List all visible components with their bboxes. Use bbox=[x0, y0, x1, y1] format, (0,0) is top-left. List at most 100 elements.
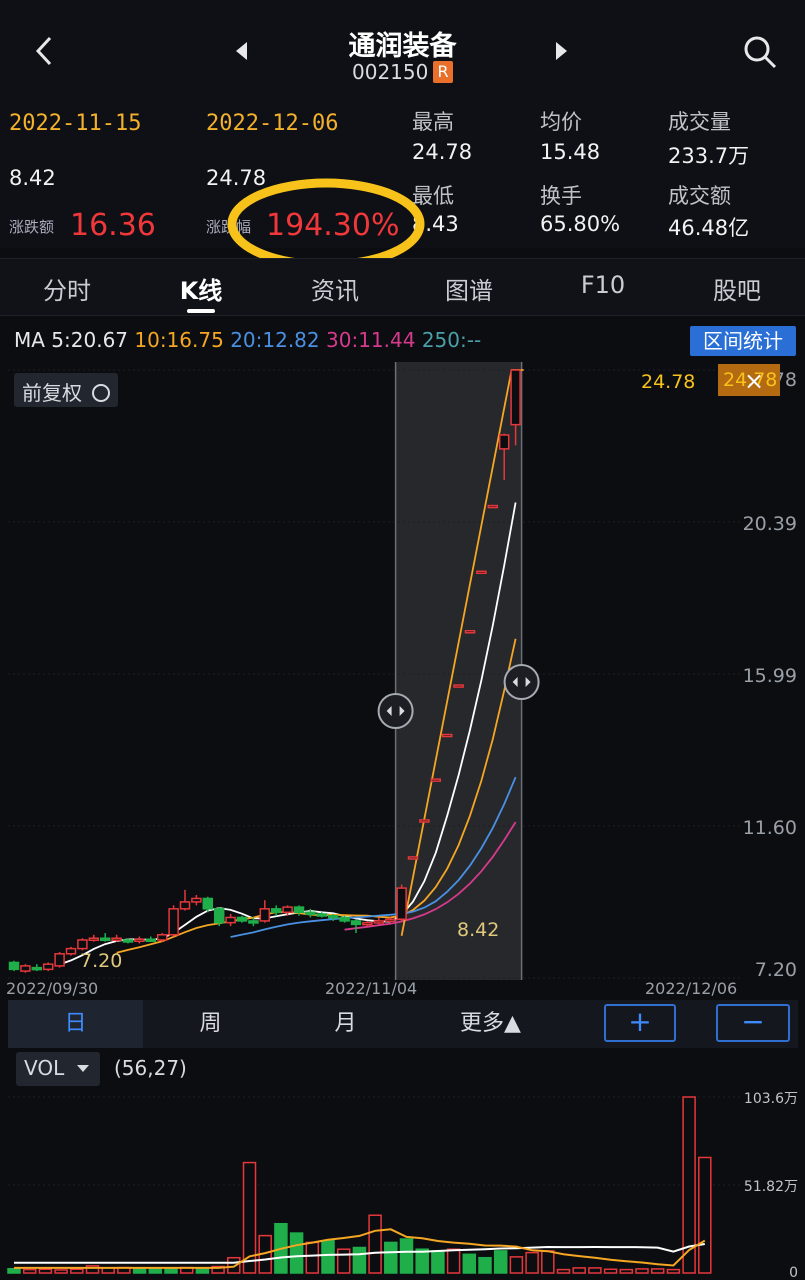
range-right-handle[interactable] bbox=[503, 664, 540, 700]
close-icon: × bbox=[744, 367, 764, 395]
indicator-label: VOL bbox=[24, 1056, 65, 1080]
volume-chart: 103.6万 51.82万 0 bbox=[7, 1091, 798, 1280]
volume-bar bbox=[321, 1239, 335, 1274]
indicator-select[interactable]: VOL bbox=[16, 1052, 100, 1086]
volume-bar bbox=[572, 1267, 586, 1274]
avg-value: 15.48 bbox=[540, 140, 601, 164]
period-more[interactable]: 更多▲ bbox=[423, 1000, 558, 1048]
candle bbox=[122, 939, 134, 943]
vol-axis-label: 0 bbox=[789, 1265, 798, 1280]
drag-handle-circle bbox=[377, 693, 414, 729]
candle bbox=[498, 434, 510, 450]
next-stock-icon[interactable] bbox=[552, 40, 570, 62]
candle bbox=[225, 916, 236, 924]
candle bbox=[259, 908, 271, 922]
candle bbox=[31, 966, 43, 971]
period-week[interactable]: 周 bbox=[143, 1000, 278, 1048]
candle bbox=[453, 684, 464, 688]
range-stats-button[interactable]: 区间统计 bbox=[690, 326, 796, 356]
candle bbox=[156, 934, 168, 941]
candle bbox=[350, 920, 362, 926]
tab-intraday[interactable]: 分时 bbox=[12, 271, 122, 306]
start-price: 8.42 bbox=[9, 166, 56, 190]
candle bbox=[407, 856, 419, 860]
high-price-marker: 24.78 bbox=[641, 371, 695, 393]
candle bbox=[362, 921, 373, 926]
candle bbox=[384, 918, 396, 922]
volume-bar bbox=[305, 1241, 320, 1274]
candle bbox=[339, 916, 350, 922]
selected-range-band bbox=[395, 362, 522, 980]
volume-bar bbox=[493, 1250, 508, 1274]
zoom-out-button[interactable]: − bbox=[716, 1004, 790, 1042]
tab-bar: 分时 K线 资讯 图谱 F10 股吧 bbox=[0, 258, 805, 316]
candle bbox=[293, 906, 305, 914]
high-value: 24.78 bbox=[412, 140, 473, 164]
tab-news[interactable]: 资讯 bbox=[280, 271, 390, 306]
candle bbox=[77, 939, 88, 950]
tab-active-indicator bbox=[187, 309, 215, 313]
volume-bar bbox=[384, 1241, 398, 1274]
volume-label: 成交量 bbox=[668, 110, 731, 134]
amount-value: 46.48亿 bbox=[668, 216, 750, 240]
period-bar: 日 周 月 更多▲ + − bbox=[8, 1000, 798, 1048]
volume-bar bbox=[603, 1268, 618, 1274]
tab-forum[interactable]: 股吧 bbox=[682, 271, 792, 306]
volume-bar bbox=[509, 1256, 524, 1274]
tab-f10[interactable]: F10 bbox=[548, 271, 658, 299]
volume-bar bbox=[54, 1269, 68, 1274]
volume-bar bbox=[619, 1268, 634, 1274]
candle bbox=[464, 630, 476, 634]
candle bbox=[441, 733, 453, 738]
candle bbox=[476, 570, 487, 575]
volume-bar bbox=[525, 1251, 539, 1274]
candle bbox=[327, 914, 339, 919]
candle bbox=[168, 908, 179, 936]
candle bbox=[305, 911, 316, 916]
zoom-in-button[interactable]: + bbox=[604, 1004, 676, 1042]
adjust-label: 前复权 bbox=[22, 381, 82, 405]
adjust-button[interactable]: 前复权 bbox=[14, 373, 119, 407]
price-axis-label: 7.20 bbox=[755, 959, 797, 981]
volume-bar bbox=[195, 1267, 210, 1274]
volume-bar bbox=[541, 1250, 555, 1274]
gear-icon bbox=[92, 384, 111, 402]
price-axis-label: 15.99 bbox=[743, 665, 797, 687]
candle bbox=[487, 504, 499, 509]
range-left-handle[interactable] bbox=[377, 693, 414, 729]
volume-bar bbox=[462, 1253, 477, 1274]
margin-badge: R bbox=[433, 61, 453, 83]
volume-bar bbox=[352, 1246, 367, 1274]
indicator-params: (56,27) bbox=[114, 1056, 187, 1080]
volume-bar bbox=[666, 1268, 681, 1274]
search-icon[interactable] bbox=[742, 34, 778, 70]
volume-bar bbox=[38, 1268, 53, 1274]
candle bbox=[179, 901, 191, 910]
low-price-marker: 7.20 bbox=[80, 950, 122, 972]
period-month[interactable]: 月 bbox=[278, 1000, 413, 1048]
volume-bar bbox=[148, 1268, 163, 1274]
avg-label: 均价 bbox=[540, 110, 582, 134]
volume-bar bbox=[698, 1156, 712, 1274]
vol-axis-label: 51.82万 bbox=[744, 1179, 798, 1195]
prev-stock-icon[interactable] bbox=[233, 40, 251, 62]
period-day[interactable]: 日 bbox=[8, 1000, 143, 1048]
range-start-marker: 8.42 bbox=[457, 919, 499, 941]
tab-kline[interactable]: K线 bbox=[146, 271, 256, 306]
candle bbox=[236, 916, 248, 922]
price-axis-label: 20.39 bbox=[743, 513, 797, 535]
candle bbox=[316, 913, 328, 917]
volume-bar bbox=[22, 1268, 37, 1274]
volume-value: 233.7万 bbox=[668, 144, 750, 168]
vol-axis-label: 103.6万 bbox=[744, 1091, 798, 1107]
drag-handle-circle bbox=[503, 664, 540, 700]
volume-bar bbox=[478, 1256, 492, 1274]
tab-graph[interactable]: 图谱 bbox=[414, 271, 524, 306]
back-icon[interactable] bbox=[30, 34, 60, 68]
turnover-value: 65.80% bbox=[540, 212, 621, 236]
chevron-down-icon bbox=[76, 1065, 89, 1072]
candle bbox=[88, 937, 100, 941]
candle bbox=[248, 920, 259, 924]
candle bbox=[65, 947, 77, 955]
candle bbox=[419, 819, 430, 823]
